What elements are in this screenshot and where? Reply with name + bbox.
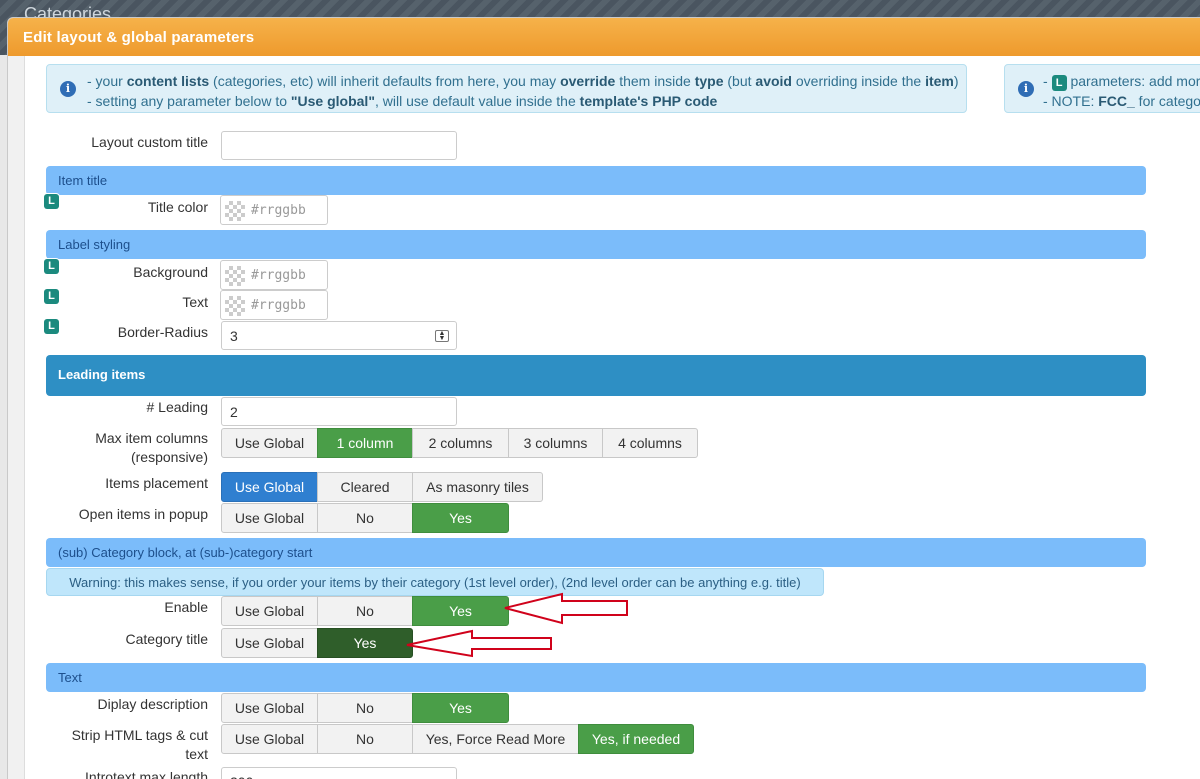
red-arrow-icon [406, 629, 552, 658]
annotation-arrows [406, 592, 628, 658]
red-arrow-icon [504, 592, 628, 625]
